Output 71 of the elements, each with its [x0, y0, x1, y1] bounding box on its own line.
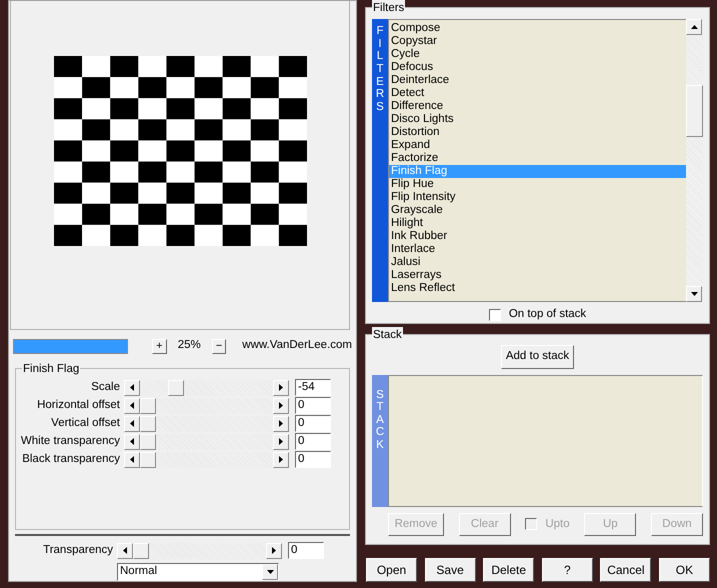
value-field[interactable]: 0: [295, 433, 331, 450]
scroll-right-icon[interactable]: [273, 452, 289, 468]
scroll-left-icon[interactable]: [124, 452, 140, 468]
filter-item[interactable]: Lens Reflect: [389, 282, 686, 295]
scroll-up-icon[interactable]: [686, 19, 702, 35]
value-field[interactable]: 0: [288, 542, 324, 560]
filter-item[interactable]: Expand: [389, 139, 686, 152]
scroll-right-icon[interactable]: [273, 380, 289, 396]
scroll-left-icon[interactable]: [124, 416, 140, 432]
slider-label: Black transparency: [21, 452, 120, 468]
value-field[interactable]: -54: [295, 379, 331, 396]
slider-label: Horizontal offset: [36, 398, 120, 414]
dialog-button[interactable]: Open: [366, 558, 417, 582]
website-link[interactable]: www.VanDerLee.com: [242, 337, 352, 355]
filter-item[interactable]: Detect: [389, 87, 686, 100]
slider-label: Scale: [90, 380, 120, 396]
filter-item[interactable]: Copystar: [389, 35, 686, 48]
slider-thumb[interactable]: [140, 452, 156, 468]
value-field[interactable]: 0: [295, 415, 331, 432]
slider-thumb[interactable]: [168, 380, 184, 396]
dialog-button[interactable]: Delete: [483, 558, 534, 582]
slider-label: Transparency: [42, 543, 113, 558]
slider-label: White transparency: [20, 434, 120, 450]
slider-thumb[interactable]: [140, 434, 156, 450]
value-field[interactable]: 0: [295, 451, 331, 468]
filter-item[interactable]: Flip Intensity: [389, 191, 686, 204]
filter-item[interactable]: Defocus: [389, 61, 686, 74]
scroll-down-icon[interactable]: [686, 286, 702, 302]
scroll-right-icon[interactable]: [273, 398, 289, 414]
slider-thumb[interactable]: [140, 416, 156, 432]
slider-thumb[interactable]: [140, 398, 156, 414]
slider-thumb[interactable]: [133, 542, 149, 559]
filter-item[interactable]: Interlace: [389, 243, 686, 256]
scroll-left-icon[interactable]: [124, 398, 140, 414]
filter-item[interactable]: Cycle: [389, 48, 686, 61]
checkbox-label: On top of stack: [508, 307, 586, 322]
filter-item[interactable]: Deinterlace: [389, 74, 686, 87]
filters-side-label: F I L T E R S: [372, 19, 388, 302]
filter-item[interactable]: Disco Lights: [389, 113, 686, 126]
checkbox-label: Upto: [545, 516, 570, 532]
filter-item[interactable]: Grayscale: [389, 204, 686, 217]
filter-item[interactable]: Distortion: [389, 126, 686, 139]
scroll-right-icon[interactable]: [273, 416, 289, 432]
scrollbar-thumb[interactable]: [686, 85, 703, 137]
filter-item[interactable]: Difference: [389, 100, 686, 113]
stack-side-label: S T A C K: [372, 374, 388, 506]
add-to-stack-button[interactable]: Add to stack: [500, 345, 574, 368]
filter-item[interactable]: Factorize: [389, 152, 686, 165]
slider-label: Vertical offset: [50, 416, 120, 432]
filter-item[interactable]: Ink Rubber: [389, 230, 686, 243]
dialog-button[interactable]: Cancel: [600, 558, 652, 582]
filter-item[interactable]: Jalusi: [389, 256, 686, 269]
filter-item[interactable]: Compose: [389, 22, 686, 35]
zoom-out-button[interactable]: −: [212, 338, 226, 354]
scrollbar[interactable]: [686, 19, 703, 302]
filter-item[interactable]: Laserrays: [389, 269, 686, 282]
scroll-right-icon[interactable]: [266, 542, 282, 559]
zoom-in-button[interactable]: +: [152, 338, 167, 354]
blend-mode-dropdown[interactable]: Normal: [117, 562, 279, 581]
filter-item[interactable]: Flip Hue: [389, 178, 686, 191]
dialog-button[interactable]: ?: [542, 558, 593, 582]
dialog-button[interactable]: OK: [658, 558, 710, 582]
zoom-value: 25%: [176, 338, 202, 354]
scroll-left-icon[interactable]: [124, 434, 140, 450]
scroll-left-icon[interactable]: [124, 380, 140, 396]
checkbox[interactable]: [488, 308, 501, 321]
value-field[interactable]: 0: [295, 397, 331, 414]
filter-item[interactable]: Hilight: [389, 217, 686, 230]
scroll-right-icon[interactable]: [273, 434, 289, 450]
dialog-button[interactable]: Save: [424, 558, 476, 582]
scroll-left-icon[interactable]: [117, 542, 133, 559]
